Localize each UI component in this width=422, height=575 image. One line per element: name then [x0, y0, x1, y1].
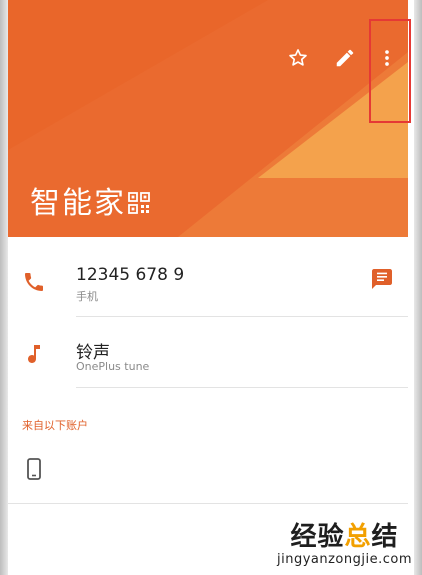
music-note-icon [28, 345, 40, 363]
contact-detail-screen: 智能家 12345 678 9 手机 铃声 OnePlus tune 来自以下账… [0, 0, 422, 575]
star-outline-icon [289, 49, 307, 66]
watermark-title: 经验总结 [290, 522, 399, 552]
watermark: 经验总结 jingyanzongjie.com [277, 522, 412, 567]
device-phone-icon[interactable] [22, 457, 46, 481]
device-edge-left [0, 0, 8, 575]
divider [8, 503, 408, 504]
divider [76, 387, 408, 388]
device-edge-right [414, 0, 422, 575]
phone-type-label: 手机 [76, 290, 98, 303]
accounts-section-header: 来自以下账户 [22, 419, 88, 432]
phone-number: 12345 678 9 [76, 265, 185, 285]
overflow-menu-icon [385, 50, 389, 66]
qr-code-icon[interactable] [128, 192, 150, 214]
favorite-button[interactable] [282, 42, 314, 74]
message-icon[interactable] [370, 267, 394, 291]
divider [76, 316, 408, 317]
more-options-button[interactable] [371, 42, 403, 74]
pencil-icon [336, 49, 354, 67]
ringtone-value: OnePlus tune [76, 360, 150, 373]
phone-icon [25, 273, 43, 291]
watermark-url: jingyanzongjie.com [276, 552, 412, 567]
contact-name: 智能家 [30, 186, 126, 221]
edit-button[interactable] [329, 42, 361, 74]
contact-header: 智能家 [8, 0, 408, 237]
